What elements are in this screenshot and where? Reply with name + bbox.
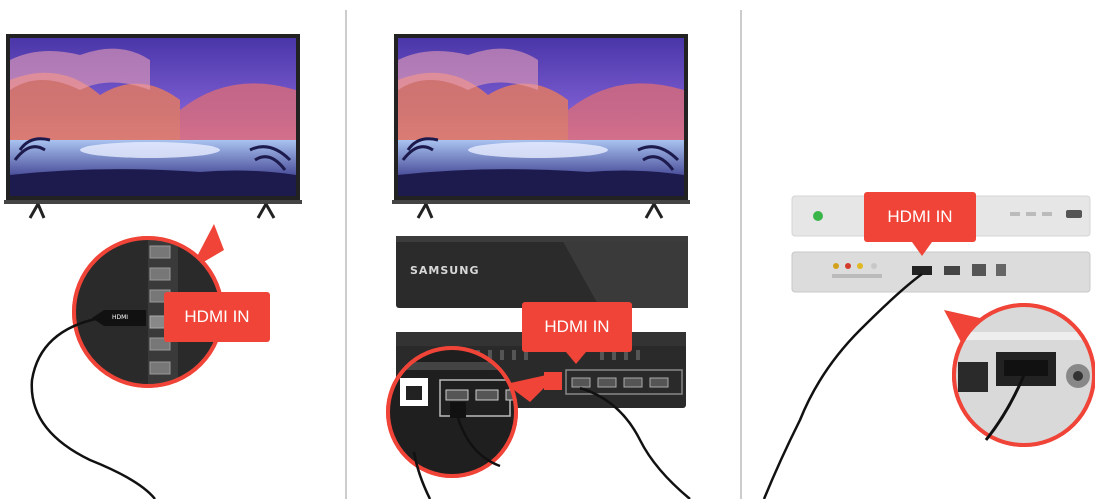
hdmi-connection-diagram <box>4 10 1095 499</box>
hdmi-in-callout-3 <box>864 192 976 256</box>
one-connect-brand: SAMSUNG <box>410 264 480 277</box>
hdmi-in-callout-1 <box>164 292 270 342</box>
tv-port-hdmi-text: HDMI <box>112 314 129 321</box>
external-device-rear <box>791 251 1091 293</box>
external-device-magnifier <box>944 303 1095 447</box>
tv-left <box>4 34 302 219</box>
tv-middle <box>392 34 690 219</box>
cable-right-1 <box>762 272 923 499</box>
